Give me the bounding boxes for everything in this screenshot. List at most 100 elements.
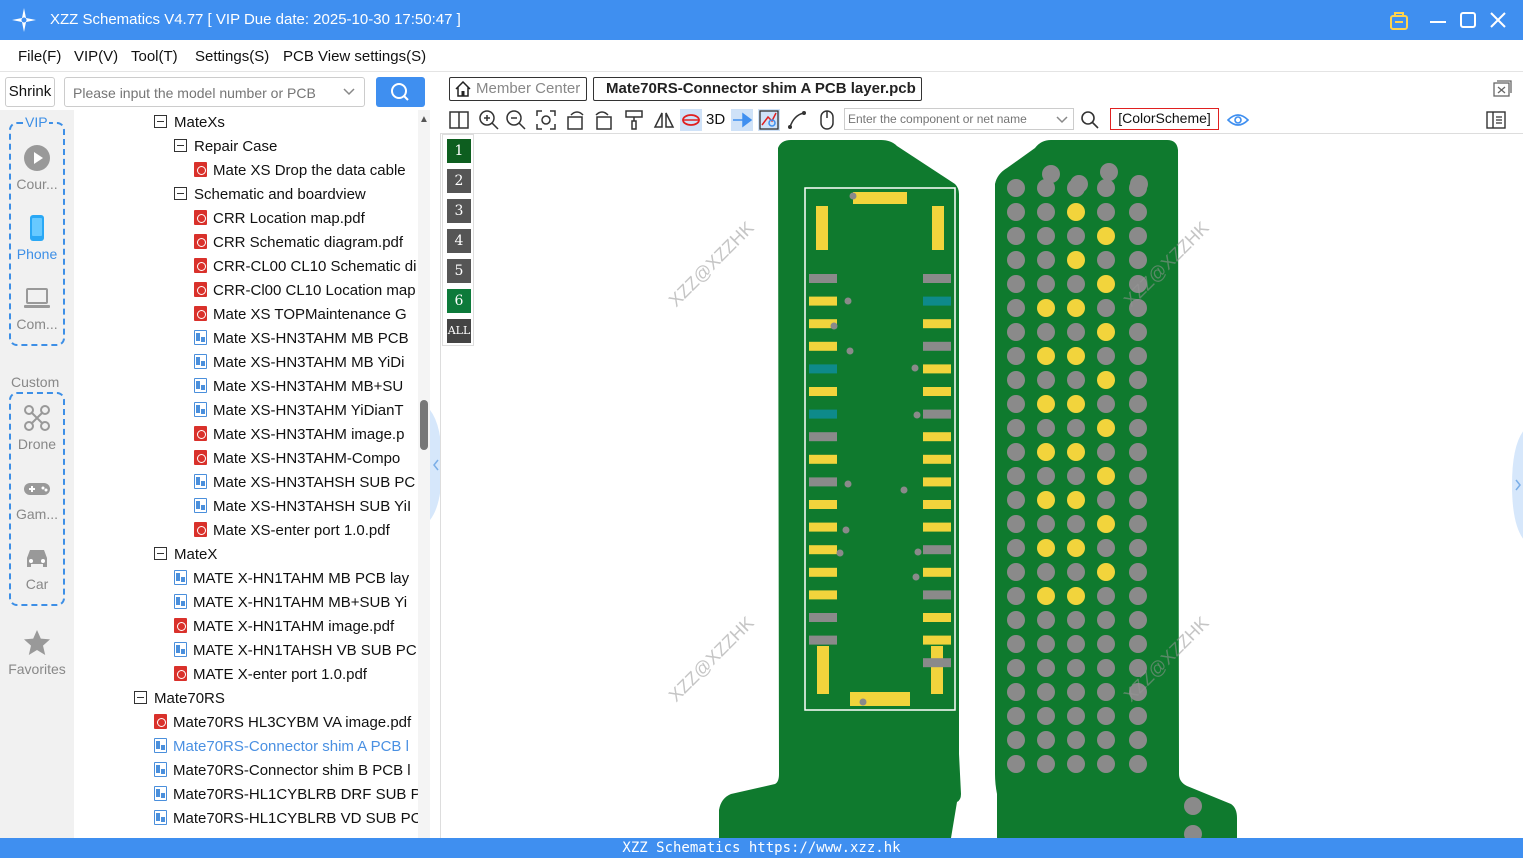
scroll-up-icon[interactable]: ▲ bbox=[419, 114, 429, 125]
connector-pad[interactable] bbox=[809, 274, 837, 283]
bga-pad[interactable] bbox=[1037, 203, 1055, 221]
bga-pad[interactable] bbox=[1007, 203, 1025, 221]
connector-pad[interactable] bbox=[809, 341, 837, 351]
tree-file-item[interactable]: Mate70RS-HL1CYBLRB DRF SUB PC bbox=[154, 784, 430, 808]
tree-file-item[interactable]: MATE X-HN1TAHSH VB SUB PC bbox=[174, 640, 417, 664]
tree-file-item[interactable]: MATE X-HN1TAHM MB+SUB Yi bbox=[174, 592, 407, 616]
side-panel-icon[interactable] bbox=[1485, 109, 1507, 131]
menu-settings[interactable]: Settings(S) bbox=[195, 48, 269, 65]
net-trace-icon[interactable] bbox=[758, 109, 780, 131]
bga-pad[interactable] bbox=[1007, 755, 1025, 773]
bga-pad[interactable] bbox=[1130, 175, 1148, 193]
connector-pad[interactable] bbox=[809, 522, 837, 532]
bga-pad[interactable] bbox=[1067, 371, 1085, 389]
bga-pad[interactable] bbox=[1097, 443, 1115, 461]
tree-file-item[interactable]: MATE X-enter port 1.0.pdf bbox=[174, 664, 367, 688]
bga-pad[interactable] bbox=[1067, 515, 1085, 533]
bga-pad-active[interactable] bbox=[1037, 347, 1055, 365]
maximize-icon[interactable] bbox=[1456, 8, 1480, 32]
bga-pad[interactable] bbox=[1007, 299, 1025, 317]
tree-file-item[interactable]: MATE X-HN1TAHM image.pdf bbox=[174, 616, 394, 640]
bga-pad-active[interactable] bbox=[1067, 443, 1085, 461]
bga-pad[interactable] bbox=[1067, 755, 1085, 773]
layer-button-5[interactable]: 5 bbox=[447, 259, 471, 283]
bga-pad[interactable] bbox=[1037, 371, 1055, 389]
highlight-net-icon[interactable] bbox=[680, 109, 702, 131]
bga-pad[interactable] bbox=[1100, 163, 1118, 181]
bga-pad[interactable] bbox=[1007, 587, 1025, 605]
connector-pad[interactable] bbox=[809, 567, 837, 577]
pin-select-icon[interactable] bbox=[731, 109, 753, 131]
bga-pad[interactable] bbox=[1129, 251, 1147, 269]
model-search-input[interactable] bbox=[73, 83, 333, 103]
bga-pad[interactable] bbox=[1129, 371, 1147, 389]
connector-pad[interactable] bbox=[809, 477, 837, 487]
layer-button-2[interactable]: 2 bbox=[447, 169, 471, 193]
via[interactable] bbox=[846, 347, 854, 355]
bga-pad-active[interactable] bbox=[1037, 539, 1055, 557]
menu-tool[interactable]: Tool(T) bbox=[131, 48, 178, 65]
tree-folder[interactable]: Repair Case bbox=[174, 136, 277, 160]
bga-pad[interactable] bbox=[1129, 467, 1147, 485]
tree-file-item[interactable]: CRR Schematic diagram.pdf bbox=[194, 232, 403, 256]
via[interactable] bbox=[830, 322, 838, 330]
collapse-toggle-icon[interactable] bbox=[154, 115, 167, 128]
via[interactable] bbox=[913, 411, 921, 419]
bga-pad[interactable] bbox=[1007, 323, 1025, 341]
bga-pad[interactable] bbox=[1037, 515, 1055, 533]
connector-pad[interactable] bbox=[809, 387, 837, 396]
bga-pad-active[interactable] bbox=[1097, 467, 1115, 485]
tree-file-item[interactable]: Mate XS-HN3TAHM image.p bbox=[194, 424, 404, 448]
connector-pad[interactable] bbox=[809, 590, 837, 600]
bga-pad[interactable] bbox=[1007, 467, 1025, 485]
bga-pad-active[interactable] bbox=[1037, 299, 1055, 317]
rail-item-favorites[interactable]: Favorites bbox=[0, 629, 74, 677]
bga-pad[interactable] bbox=[1007, 539, 1025, 557]
via[interactable] bbox=[914, 548, 922, 556]
bga-pad[interactable] bbox=[1129, 707, 1147, 725]
connector-pad[interactable] bbox=[923, 567, 951, 577]
rail-item-game[interactable]: Gam... bbox=[0, 474, 74, 522]
connector-pad[interactable] bbox=[923, 613, 951, 622]
connector-pad[interactable] bbox=[923, 364, 951, 374]
bga-pad[interactable] bbox=[1037, 755, 1055, 773]
via[interactable] bbox=[842, 526, 850, 534]
collapse-toggle-icon[interactable] bbox=[154, 547, 167, 560]
via[interactable] bbox=[844, 480, 852, 488]
bga-pad[interactable] bbox=[1067, 659, 1085, 677]
tree-file-item[interactable]: CRR-CL00 CL10 Schematic di bbox=[194, 256, 416, 280]
bga-pad-active[interactable] bbox=[1097, 371, 1115, 389]
close-tab-icon[interactable] bbox=[1492, 79, 1512, 99]
bga-pad-active[interactable] bbox=[1097, 275, 1115, 293]
tree-file-item[interactable]: Mate70RS-Connector shim A PCB l bbox=[154, 736, 409, 760]
bga-pad[interactable] bbox=[1097, 587, 1115, 605]
bga-pad[interactable] bbox=[1097, 659, 1115, 677]
bga-pad-active[interactable] bbox=[1097, 515, 1115, 533]
connector-pad[interactable] bbox=[931, 646, 943, 694]
bga-pad-active[interactable] bbox=[1067, 299, 1085, 317]
bga-pad-active[interactable] bbox=[1067, 395, 1085, 413]
bga-pad[interactable] bbox=[1097, 707, 1115, 725]
bga-pad[interactable] bbox=[1097, 179, 1115, 197]
search-net-icon[interactable] bbox=[1079, 109, 1101, 131]
via[interactable] bbox=[836, 549, 844, 557]
connector-pad[interactable] bbox=[816, 206, 828, 250]
layer-button-1[interactable]: 1 bbox=[447, 139, 471, 163]
bga-pad[interactable] bbox=[1007, 611, 1025, 629]
connector-pad[interactable] bbox=[809, 296, 837, 306]
layer-button-6[interactable]: 6 bbox=[447, 289, 471, 313]
bga-pad[interactable] bbox=[1129, 635, 1147, 653]
layer-button-4[interactable]: 4 bbox=[447, 229, 471, 253]
bga-pad[interactable] bbox=[1129, 443, 1147, 461]
right-panel-handle[interactable] bbox=[1512, 430, 1523, 540]
bga-pad[interactable] bbox=[1007, 179, 1025, 197]
collapse-toggle-icon[interactable] bbox=[174, 187, 187, 200]
bga-pad-active[interactable] bbox=[1037, 443, 1055, 461]
bga-pad[interactable] bbox=[1129, 515, 1147, 533]
bga-pad[interactable] bbox=[1129, 755, 1147, 773]
bga-pad-active[interactable] bbox=[1037, 395, 1055, 413]
bga-pad-active[interactable] bbox=[1097, 419, 1115, 437]
color-scheme-button[interactable]: [ColorScheme] bbox=[1110, 108, 1219, 130]
connector-pad[interactable] bbox=[923, 590, 951, 600]
tree-file-item[interactable]: Mate XS-HN3TAHM MB PCB bbox=[194, 328, 409, 352]
